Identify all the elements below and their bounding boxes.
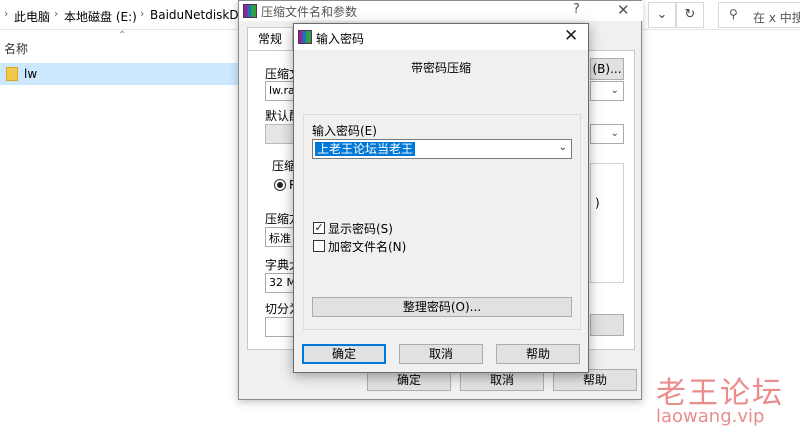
tab-general[interactable]: 常规 — [247, 27, 293, 51]
ok-button[interactable]: 确定 — [302, 344, 386, 364]
close-icon[interactable]: ✕ — [564, 26, 578, 46]
breadcrumb-this-pc[interactable]: 此电脑 — [14, 8, 50, 25]
format-rar-radio[interactable] — [274, 179, 286, 191]
chevron-down-icon[interactable]: ⌄ — [559, 142, 567, 153]
browse-button[interactable]: (B)... — [590, 58, 624, 80]
cancel-button[interactable]: 取消 — [399, 344, 483, 364]
options-group — [590, 163, 624, 283]
search-icon: ⚲ — [729, 7, 738, 21]
winrar-icon — [298, 30, 312, 44]
dialog-title: 输入密码 — [316, 32, 365, 46]
breadcrumb-separator-icon: › — [54, 7, 59, 20]
breadcrumb-drive-e[interactable]: 本地磁盘 (E:) — [64, 8, 137, 25]
encrypt-filenames-checkbox[interactable] — [313, 240, 325, 252]
update-mode-dropdown[interactable]: ⌄ — [590, 124, 624, 144]
password-value: 上老王论坛当老王 — [315, 142, 416, 156]
chevron-down-icon: ⌄ — [610, 85, 619, 96]
refresh-icon: ↻ — [684, 7, 696, 22]
enter-password-dialog: 输入密码 ✕ 带密码压缩 输入密码(E) 上老王论坛当老王 ⌄ ✓ 显示密码(S… — [293, 23, 589, 373]
file-row-lw[interactable]: lw — [0, 63, 239, 85]
set-password-button[interactable] — [590, 314, 624, 336]
help-button[interactable]: 帮助 — [496, 344, 580, 364]
refresh-button[interactable]: ↻ — [676, 2, 704, 28]
breadcrumb-separator-icon: › — [4, 7, 9, 20]
password-group: 输入密码(E) 上老王论坛当老王 ⌄ ✓ 显示密码(S) 加密文件名(N) 整理… — [303, 114, 581, 330]
winrar-icon — [243, 4, 257, 18]
dialog-title: 压缩文件名和参数 — [261, 5, 358, 19]
breadcrumb-baidunetdisk[interactable]: BaiduNetdiskDo — [150, 8, 246, 22]
help-icon[interactable]: ? — [573, 2, 580, 17]
organize-passwords-button[interactable]: 整理密码(O)... — [312, 297, 572, 317]
option-fragment: ) — [595, 196, 600, 210]
show-password-label: 显示密码(S) — [328, 222, 393, 236]
breadcrumb-separator-icon: › — [140, 7, 145, 20]
dialog-title-bar: 压缩文件名和参数 ? ✕ — [239, 1, 643, 21]
sort-ascending-icon: ⌃ — [118, 30, 127, 41]
encrypt-filenames-label: 加密文件名(N) — [328, 240, 407, 254]
search-box[interactable]: ⚲ 在 x 中搜 — [718, 2, 800, 28]
column-header-name[interactable]: 名称 — [4, 40, 28, 57]
address-dropdown-button[interactable]: ⌄ — [648, 2, 676, 28]
show-password-checkbox[interactable]: ✓ — [313, 222, 325, 234]
file-name: lw — [24, 67, 38, 81]
archive-name-dropdown[interactable]: ⌄ — [590, 81, 624, 101]
watermark-url: laowang.vip — [656, 406, 765, 427]
folder-icon — [6, 67, 18, 81]
password-input[interactable]: 上老王论坛当老王 ⌄ — [312, 139, 572, 159]
dialog-title-bar: 输入密码 ✕ — [294, 24, 588, 50]
close-icon[interactable]: ✕ — [617, 1, 630, 19]
chevron-down-icon: ⌄ — [610, 128, 619, 139]
search-placeholder: 在 x 中搜 — [753, 11, 800, 25]
chevron-down-icon: ⌄ — [656, 7, 668, 22]
dialog-heading: 带密码压缩 — [410, 61, 471, 75]
password-label: 输入密码(E) — [312, 124, 377, 138]
